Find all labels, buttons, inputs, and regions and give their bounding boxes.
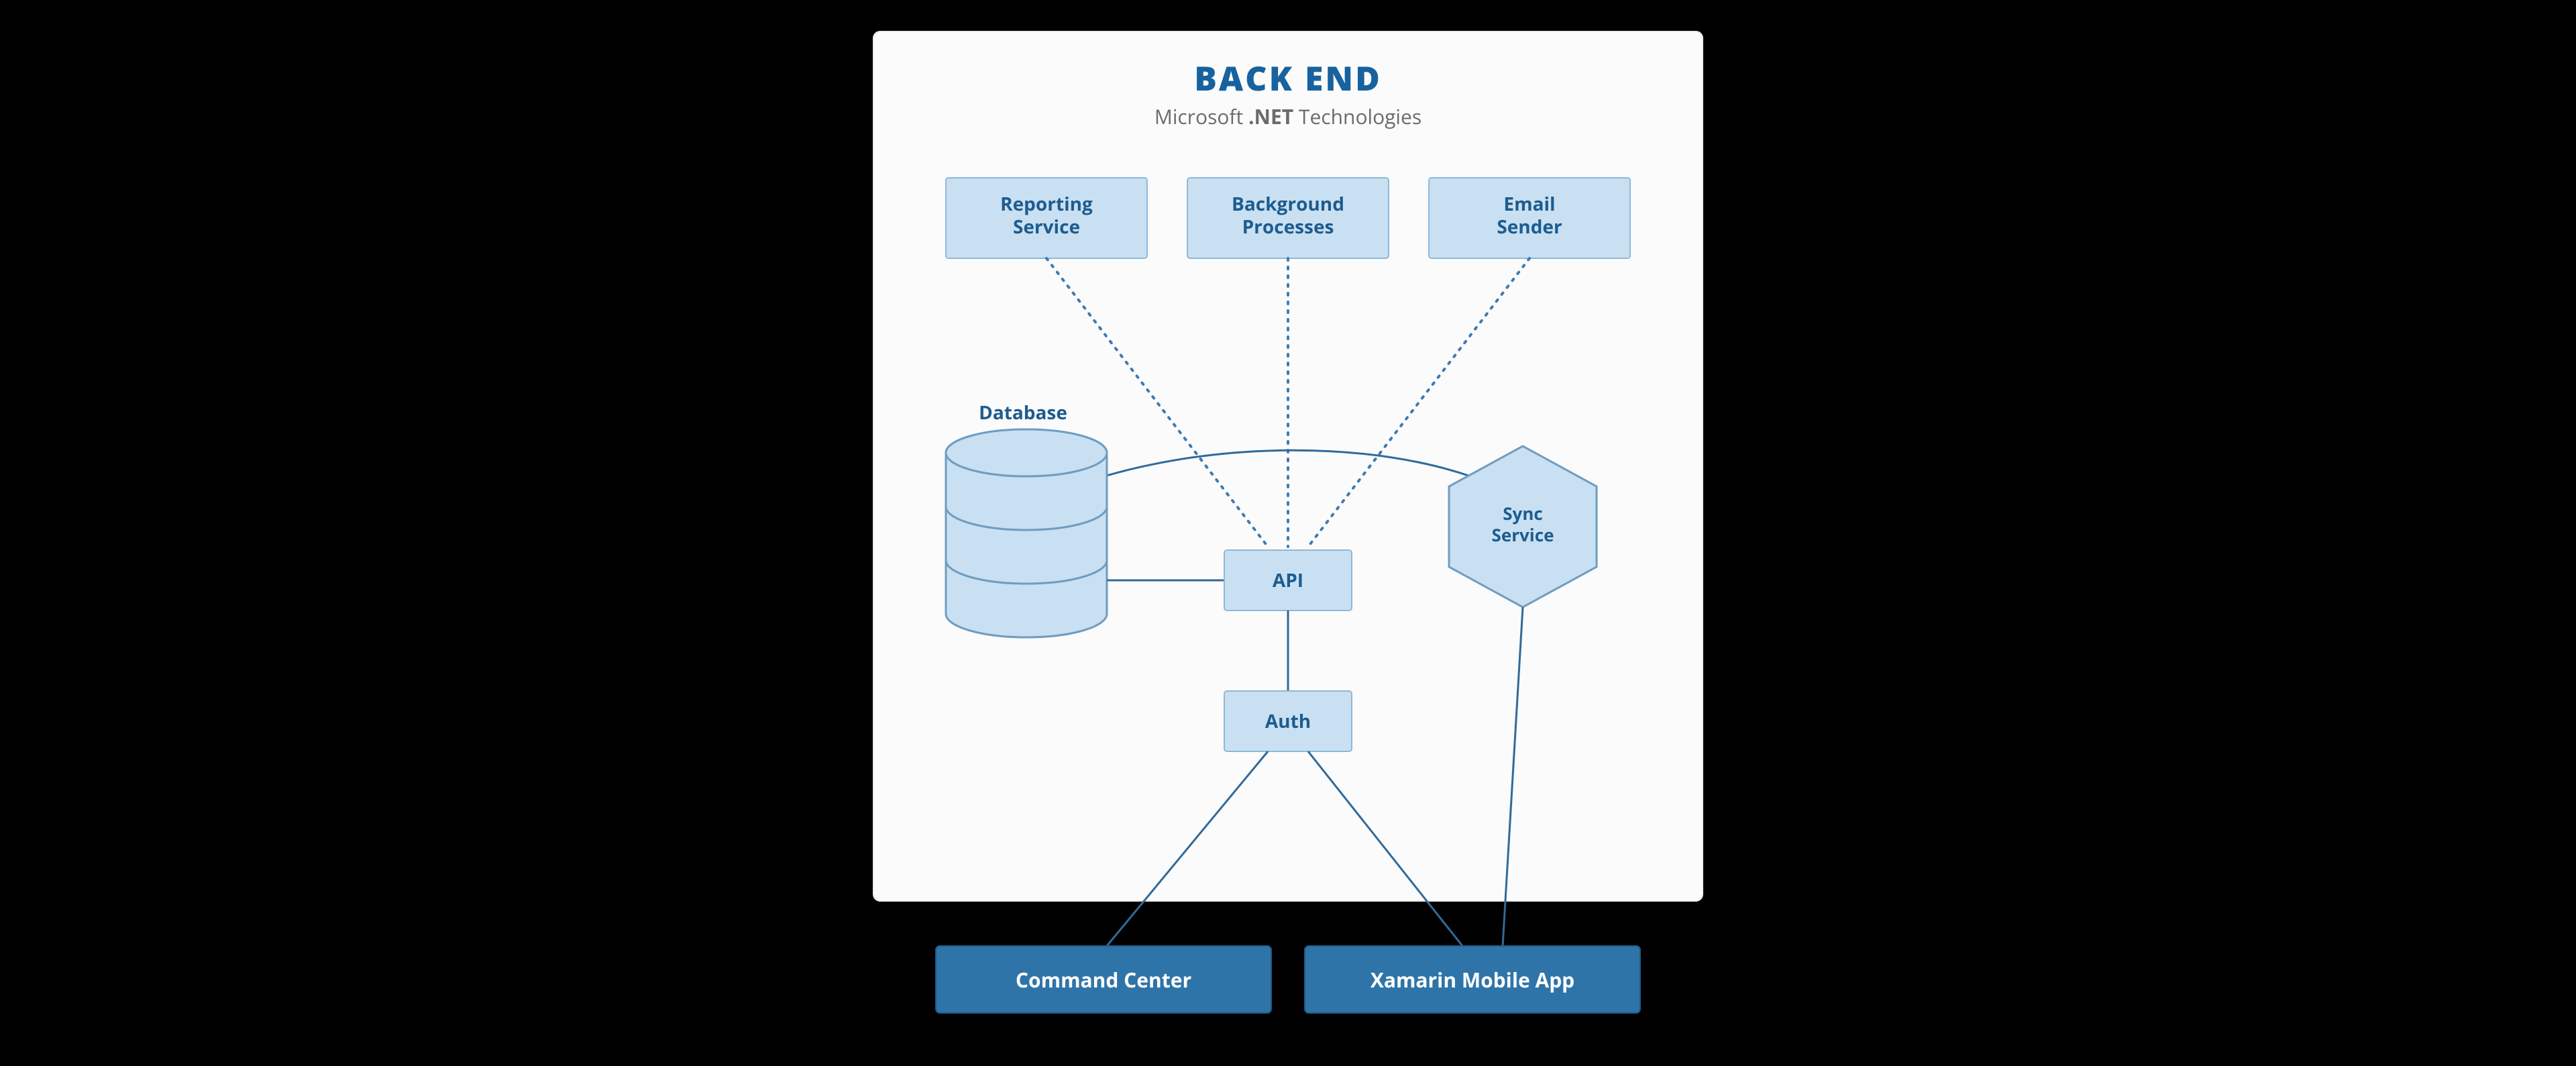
svg-text:Background: Background [1232, 191, 1344, 217]
diagram-title: BACK END [1194, 55, 1382, 101]
svg-text:Processes: Processes [1242, 214, 1334, 239]
svg-text:Sender: Sender [1497, 214, 1562, 239]
node-background-processes: Background Processes [1187, 178, 1389, 258]
svg-text:Command Center: Command Center [1016, 966, 1191, 994]
node-reporting-service: Reporting Service [946, 178, 1147, 258]
node-command-center: Command Center [936, 946, 1271, 1013]
node-mobile-app: Xamarin Mobile App [1305, 946, 1640, 1013]
node-email-sender: Email Sender [1429, 178, 1630, 258]
diagram-subtitle: Microsoft .NET Technologies [1155, 103, 1421, 130]
node-auth: Auth [1224, 691, 1352, 751]
svg-text:Service: Service [1013, 214, 1080, 239]
svg-text:Xamarin Mobile App: Xamarin Mobile App [1371, 966, 1574, 994]
svg-text:Service: Service [1492, 523, 1554, 547]
diagram-svg: BACK END Microsoft .NET Technologies Rep… [872, 30, 1704, 1036]
svg-text:Email: Email [1503, 191, 1555, 217]
diagram-stage: BACK END Microsoft .NET Technologies Rep… [872, 30, 1704, 1036]
database-icon [946, 429, 1107, 637]
svg-text:Auth: Auth [1265, 708, 1311, 734]
node-api: API [1224, 550, 1352, 610]
node-database: Database [946, 400, 1107, 637]
svg-text:Reporting: Reporting [1000, 191, 1093, 217]
svg-text:API: API [1273, 568, 1303, 593]
svg-text:Database: Database [979, 400, 1067, 425]
svg-text:Sync: Sync [1503, 501, 1543, 525]
